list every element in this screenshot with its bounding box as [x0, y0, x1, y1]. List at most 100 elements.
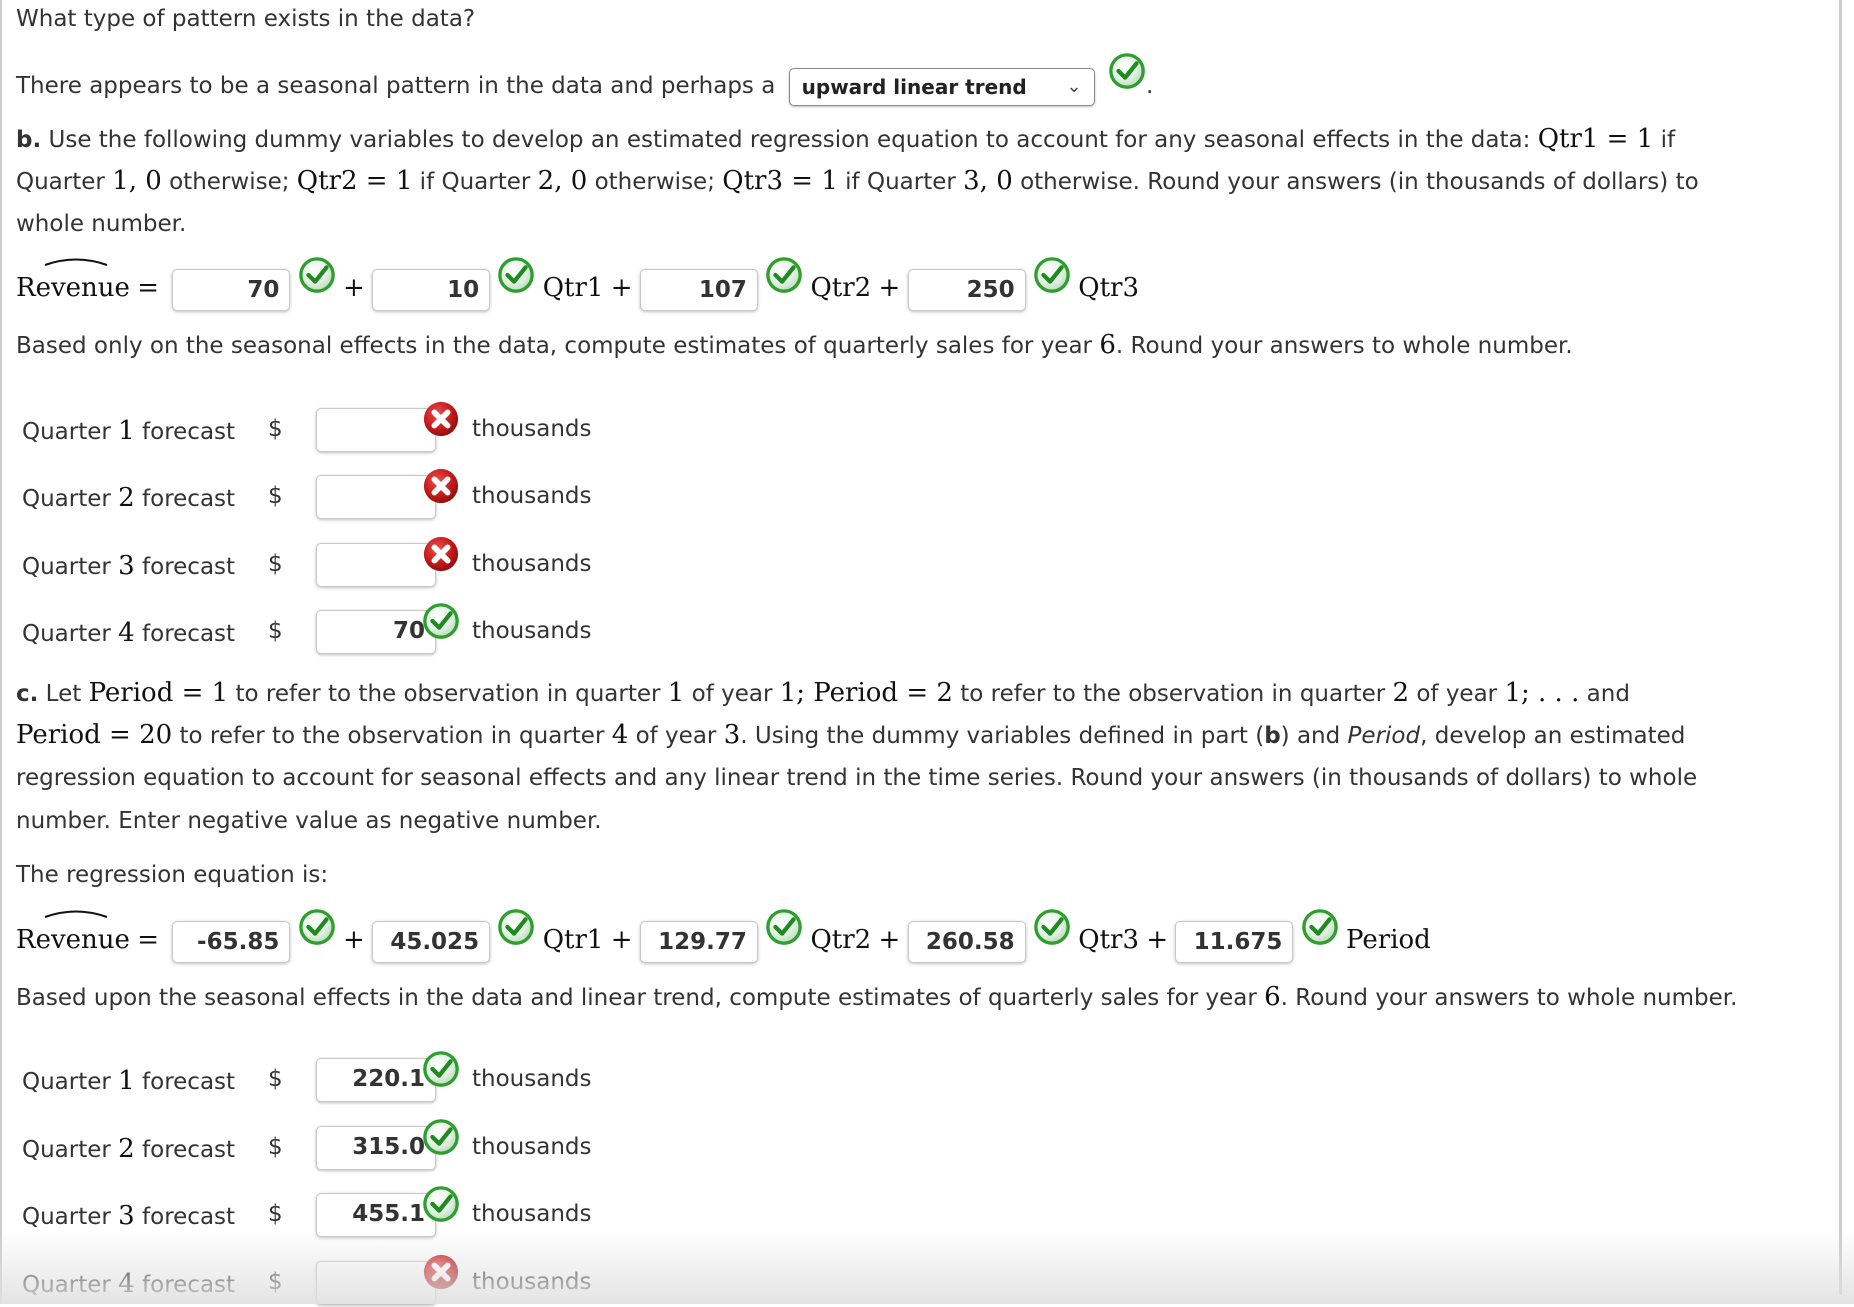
dollar-sign: $: [268, 1201, 283, 1227]
part-b-line-3: whole number.: [16, 211, 187, 237]
correct-check-icon: [422, 1050, 460, 1088]
correct-check-icon: [765, 908, 803, 946]
revenue-hat-label: Revenue: [16, 910, 130, 962]
plus-sign: +: [342, 925, 365, 955]
part-ref: b: [1264, 723, 1281, 749]
left-border: [0, 0, 2, 1304]
correct-check-icon: [1033, 256, 1071, 294]
seasonal-q1-forecast-input[interactable]: [316, 408, 436, 452]
correct-check-icon: [422, 1185, 460, 1223]
correct-check-icon: [1033, 908, 1071, 946]
qtr3-coef-input[interactable]: 260.58: [907, 920, 1026, 963]
part-c-text: . Using the dummy variables defined in p…: [740, 723, 1265, 749]
seasonal-regression-equation: Revenue = 70 + 10 Qtr1 + 107 Qtr2 + 250 …: [16, 266, 1139, 311]
forecast-label: Quarter 4 forecast: [22, 618, 236, 648]
dollar-sign: $: [268, 1269, 283, 1295]
part-b-label: b.: [16, 127, 42, 153]
seasonal-forecast-instructions: Based only on the seasonal effects in th…: [16, 330, 1573, 361]
chevron-down-icon: ⌄: [1066, 75, 1082, 97]
unit-label: thousands: [472, 1066, 592, 1092]
trend-select-value: upward linear trend: [801, 74, 1027, 99]
unit-label: thousands: [472, 1134, 592, 1160]
dollar-sign: $: [268, 618, 283, 644]
equals-sign: =: [137, 925, 160, 955]
forecast-year: 6: [1099, 330, 1116, 360]
dollar-sign: $: [268, 483, 283, 509]
math-period-def: 1; Period = 2: [779, 678, 953, 708]
part-c-text: to refer to the observation in quarter: [172, 723, 612, 749]
part-b-text: if: [1653, 127, 1676, 153]
revenue-label: Revenue: [16, 273, 130, 303]
correct-check-icon: [1301, 908, 1339, 946]
part-b-text: if Quarter: [412, 169, 538, 195]
plus-sign: +: [610, 925, 633, 955]
dollar-sign: $: [268, 416, 283, 442]
trend-regression-equation: Revenue = -65.85 + 45.025 Qtr1 + 129.77 …: [16, 918, 1431, 963]
part-c-label: c.: [16, 681, 39, 707]
incorrect-x-icon: [422, 1253, 460, 1291]
trend-q1-forecast-input[interactable]: 220.1: [316, 1058, 436, 1102]
regression-equation-intro: The regression equation is:: [16, 862, 329, 888]
part-c-text: of year: [1409, 681, 1505, 707]
trend-select[interactable]: upward linear trend ⌄: [788, 67, 1095, 106]
revenue-label: Revenue: [16, 925, 130, 955]
instruction-text: . Round your answers to whole number.: [1280, 985, 1738, 1011]
pattern-sentence: There appears to be a seasonal pattern i…: [16, 66, 1153, 106]
plus-sign: +: [878, 273, 901, 303]
plus-sign: +: [878, 925, 901, 955]
qtr1-var: Qtr1: [542, 925, 604, 955]
correct-check-icon: [298, 256, 336, 294]
qtr3-var: Qtr3: [1078, 925, 1139, 955]
part-b-text: otherwise;: [161, 169, 297, 195]
forecast-year: 6: [1264, 982, 1281, 1012]
qtr3-coef-input[interactable]: 250: [907, 268, 1026, 311]
math-value: 3, 0: [963, 166, 1013, 196]
correct-check-icon: [422, 602, 460, 640]
seasonal-q3-forecast-input[interactable]: [316, 543, 436, 587]
part-c-text: to refer to the observation in quarter: [952, 681, 1393, 707]
correct-check-icon: [765, 256, 803, 294]
math-period-def: Period = 1: [88, 678, 229, 708]
seasonal-q2-forecast-input[interactable]: [316, 475, 436, 519]
forecast-label: Quarter 1 forecast: [22, 416, 236, 446]
qtr1-var: Qtr1: [542, 273, 604, 303]
part-b-text: otherwise;: [587, 169, 723, 195]
part-c-text: Let: [38, 681, 89, 707]
seasonal-q4-forecast-input[interactable]: 70: [316, 610, 436, 654]
math-qtr2-def: Qtr2 = 1: [296, 166, 413, 196]
trend-q2-forecast-input[interactable]: 315.0: [316, 1126, 436, 1170]
intercept-input[interactable]: -65.85: [172, 920, 291, 963]
correct-check-icon: [497, 908, 535, 946]
math-qtr3-def: Qtr3 = 1: [722, 166, 838, 196]
math-value: 1, 0: [112, 166, 162, 196]
qtr2-coef-input[interactable]: 107: [639, 268, 758, 311]
part-c-text: to refer to the observation in quarter: [228, 681, 668, 707]
qtr2-coef-input[interactable]: 129.77: [639, 920, 758, 963]
incorrect-x-icon: [422, 535, 460, 573]
intercept-input[interactable]: 70: [172, 268, 291, 311]
plus-sign: +: [1146, 925, 1169, 955]
period-italic: Period: [1347, 723, 1421, 749]
part-c-line-2: Period = 20 to refer to the observation …: [16, 720, 1685, 751]
hat-accent-icon: [44, 910, 108, 918]
question-text: What type of pattern exists in the data?: [16, 6, 476, 32]
unit-label: thousands: [472, 483, 592, 509]
plus-sign: +: [342, 273, 365, 303]
period-var: Period: [1346, 925, 1431, 955]
qtr3-var: Qtr3: [1078, 273, 1139, 303]
trend-q3-forecast-input[interactable]: 455.1: [316, 1193, 436, 1237]
hat-accent-icon: [44, 258, 108, 266]
math-value: 1: [667, 678, 685, 708]
trend-q4-forecast-input[interactable]: [316, 1261, 436, 1305]
qtr1-coef-input[interactable]: 45.025: [372, 920, 491, 963]
math-value: 2: [1392, 678, 1410, 708]
correct-check-icon: [422, 1118, 460, 1156]
pattern-sentence-prefix: There appears to be a seasonal pattern i…: [16, 73, 776, 99]
right-border: [1839, 0, 1842, 1295]
forecast-label: Quarter 4 forecast: [22, 1269, 236, 1299]
math-period-def: Period = 20: [16, 720, 173, 750]
part-b-text: Quarter: [16, 169, 113, 195]
period-coef-input[interactable]: 11.675: [1175, 920, 1294, 963]
qtr1-coef-input[interactable]: 10: [372, 268, 491, 311]
qtr2-var: Qtr2: [810, 273, 872, 303]
